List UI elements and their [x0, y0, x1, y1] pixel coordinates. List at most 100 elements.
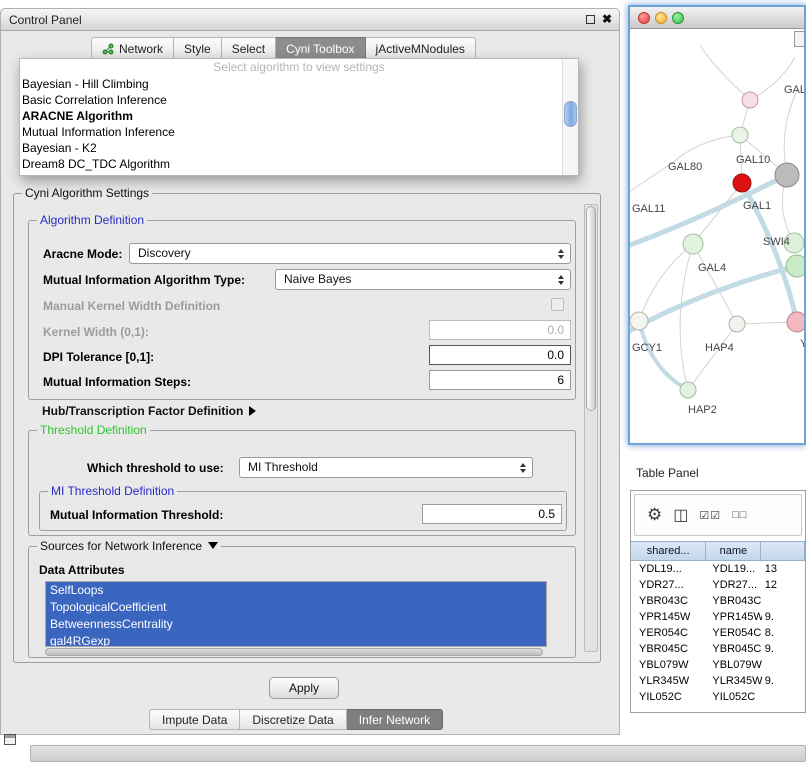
- kernel-width-field[interactable]: 0.0: [429, 320, 571, 340]
- tab-style[interactable]: Style: [174, 37, 222, 60]
- table-cell: YLR345W: [706, 673, 761, 689]
- apply-button[interactable]: Apply: [269, 677, 339, 699]
- data-attribute-item[interactable]: BetweennessCentrality: [46, 616, 546, 633]
- tab-discretize-data[interactable]: Discretize Data: [240, 709, 346, 730]
- mi-steps-field[interactable]: 6: [429, 370, 571, 390]
- graph-node-label: SWI4: [763, 236, 790, 248]
- table-column-header[interactable]: [761, 542, 805, 560]
- graph-node[interactable]: [683, 234, 703, 254]
- dropdown-scrollbar[interactable]: [562, 59, 578, 175]
- graph-node[interactable]: [742, 92, 758, 108]
- tab-select[interactable]: Select: [222, 37, 276, 60]
- aracne-mode-select[interactable]: Discovery: [129, 243, 571, 264]
- settings-scrollbar-thumb[interactable]: [586, 206, 596, 411]
- table-column-header[interactable]: name: [706, 542, 761, 560]
- data-attribute-item[interactable]: TopologicalCoefficient: [46, 599, 546, 616]
- columns-icon[interactable]: ◫: [673, 505, 688, 525]
- data-attribute-item[interactable]: SelfLoops: [46, 582, 546, 599]
- algorithm-option[interactable]: ARACNE Algorithm: [20, 108, 578, 124]
- tab-impute-data[interactable]: Impute Data: [149, 709, 240, 730]
- mi-type-select[interactable]: Naive Bayes: [275, 269, 571, 290]
- which-threshold-select[interactable]: MI Threshold: [239, 457, 533, 478]
- sources-legend-label: Sources for Network Inference: [40, 539, 202, 553]
- tab-infer-network[interactable]: Infer Network: [347, 709, 443, 730]
- float-window-icon[interactable]: [586, 15, 595, 24]
- graph-node[interactable]: [775, 163, 799, 187]
- list-horizontal-scrollbar[interactable]: [45, 648, 543, 656]
- select-all-rows-icon[interactable]: ☑☑: [699, 509, 721, 522]
- chevron-right-icon: [249, 406, 256, 416]
- graph-node[interactable]: [680, 382, 696, 398]
- table-row[interactable]: YPR145WYPR145W9.: [631, 609, 805, 625]
- tab-infer-network-label: Infer Network: [359, 713, 430, 727]
- graph-edge: [630, 266, 797, 334]
- mi-threshold-field[interactable]: 0.5: [422, 504, 562, 524]
- close-traffic-light[interactable]: [638, 12, 650, 24]
- data-attribute-item[interactable]: gal4RGexp: [46, 633, 546, 647]
- minimized-window-icon[interactable]: [4, 734, 16, 745]
- status-bar: [30, 745, 806, 762]
- table-row[interactable]: YBR043CYBR043C: [631, 593, 805, 609]
- table-cell: YPR145W: [631, 609, 706, 625]
- dpi-tolerance-field[interactable]: 0.0: [429, 345, 571, 365]
- graph-node[interactable]: [729, 316, 745, 332]
- algorithm-option[interactable]: Dream8 DC_TDC Algorithm: [20, 156, 578, 172]
- deselect-all-rows-icon[interactable]: □□: [732, 509, 747, 521]
- table-column-header[interactable]: shared...: [631, 542, 706, 560]
- table-row[interactable]: YBL079WYBL079W: [631, 657, 805, 673]
- hub-definition-toggle[interactable]: Hub/Transcription Factor Definition: [42, 404, 256, 418]
- network-scrollbar-corner[interactable]: [794, 31, 804, 47]
- graph-node[interactable]: [787, 312, 804, 332]
- graph-edge: [700, 45, 750, 100]
- graph-node[interactable]: [786, 255, 804, 277]
- table-cell: YLR345W: [631, 673, 706, 689]
- gear-icon[interactable]: ⚙: [647, 505, 662, 525]
- algorithm-option[interactable]: Mutual Information Inference: [20, 124, 578, 140]
- manual-kernel-checkbox[interactable]: [551, 298, 564, 311]
- table-row[interactable]: YBR045CYBR045C9.: [631, 641, 805, 657]
- network-window-titlebar[interactable]: [630, 7, 804, 29]
- tab-jactivemnodules[interactable]: jActiveMNodules: [366, 37, 476, 60]
- table-row[interactable]: YLR345WYLR345W9.: [631, 673, 805, 689]
- sources-legend[interactable]: Sources for Network Inference: [37, 539, 221, 553]
- minimize-traffic-light[interactable]: [655, 12, 667, 24]
- graph-node[interactable]: [733, 174, 751, 192]
- dropdown-scrollbar-thumb[interactable]: [564, 101, 577, 127]
- settings-scrollbar[interactable]: [584, 204, 598, 652]
- table-row[interactable]: YER054CYER054C8.: [631, 625, 805, 641]
- table-toolbar: ⚙ ◫ ☑☑ □□: [634, 494, 802, 536]
- control-panel-titlebar[interactable]: Control Panel ✖: [1, 9, 619, 31]
- table-row[interactable]: YDR27...YDR27...12: [631, 577, 805, 593]
- graph-node[interactable]: [732, 127, 748, 143]
- control-panel-tabbar: Network Style Select Cyni Toolbox jActiv…: [91, 37, 476, 60]
- tab-cyni-toolbox-label: Cyni Toolbox: [286, 42, 354, 56]
- graph-node-label: GAL80: [668, 161, 702, 173]
- algorithm-option[interactable]: Bayesian - K2: [20, 140, 578, 156]
- table-header-row: shared...name: [631, 541, 805, 561]
- table-cell: YBR043C: [631, 593, 706, 609]
- combo-arrows-icon: [558, 275, 564, 285]
- close-icon[interactable]: ✖: [602, 12, 612, 26]
- manual-kernel-label: Manual Kernel Width Definition: [43, 299, 220, 313]
- threshold-definition-group: Threshold Definition Which threshold to …: [28, 430, 576, 536]
- combo-arrows-icon: [520, 463, 526, 473]
- table-cell: YIL052C: [706, 689, 761, 705]
- aracne-mode-label: Aracne Mode:: [43, 247, 122, 261]
- chevron-down-icon: [208, 542, 218, 549]
- algorithm-dropdown-placeholder[interactable]: Select algorithm to view settings: [20, 59, 578, 76]
- algorithm-option[interactable]: Basic Correlation Inference: [20, 92, 578, 108]
- tab-select-label: Select: [232, 42, 265, 56]
- graph-node-label: GAL1: [743, 200, 771, 212]
- tab-cyni-toolbox[interactable]: Cyni Toolbox: [276, 37, 365, 60]
- table-panel-window: ⚙ ◫ ☑☑ □□ shared...name YDL19...YDL19...…: [630, 490, 806, 713]
- table-cell: YER054C: [631, 625, 706, 641]
- data-attributes-label: Data Attributes: [39, 563, 125, 577]
- tab-network[interactable]: Network: [91, 37, 174, 60]
- graph-edge: [630, 163, 672, 194]
- zoom-traffic-light[interactable]: [672, 12, 684, 24]
- network-canvas[interactable]: GALGAL80GAL10GAL11GAL1SWI4GAL4GCY1HAP4YH…: [630, 29, 804, 443]
- algorithm-option[interactable]: Bayesian - Hill Climbing: [20, 76, 578, 92]
- graph-node[interactable]: [630, 312, 648, 330]
- table-row[interactable]: YIL052CYIL052C: [631, 689, 805, 705]
- table-row[interactable]: YDL19...YDL19...13: [631, 561, 805, 577]
